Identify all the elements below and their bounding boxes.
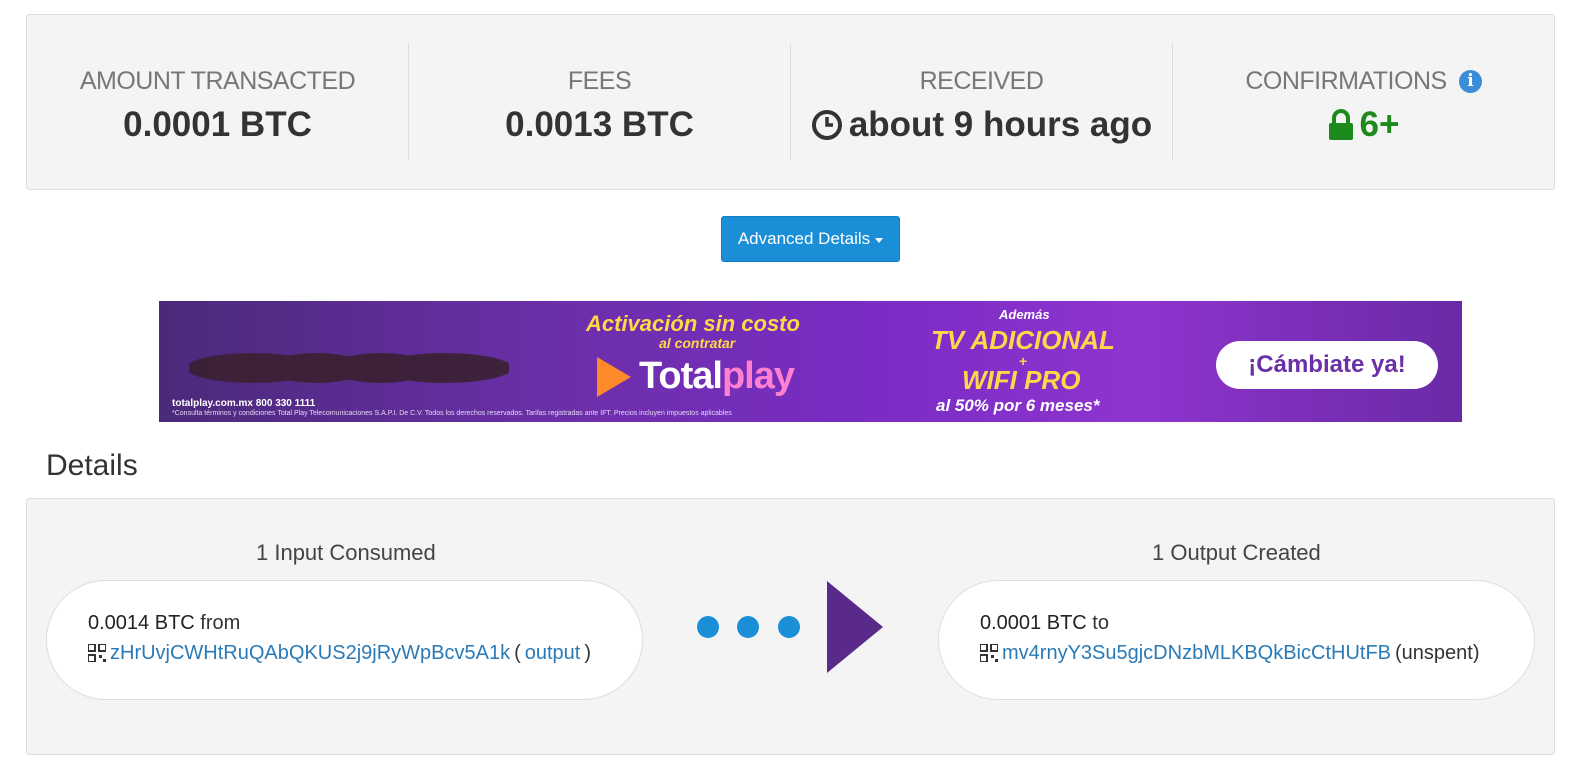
- ad-brand-main: Total: [639, 355, 723, 397]
- input-amount-line: 0.0014 BTC from: [88, 609, 642, 637]
- qr-code-icon[interactable]: [88, 644, 106, 662]
- ad-discount: al 50% por 6 meses*: [936, 396, 1100, 415]
- ad-ademas: Además: [999, 307, 1050, 322]
- confirmations-stat: CONFIRMATIONS i 6+: [1173, 44, 1554, 160]
- amount-transacted-stat: AMOUNT TRANSACTED 0.0001 BTC: [27, 44, 409, 160]
- info-icon[interactable]: i: [1458, 69, 1482, 93]
- ad-people-image: [189, 311, 509, 406]
- input-paren-open: (: [514, 642, 521, 664]
- transaction-summary: AMOUNT TRANSACTED 0.0001 BTC FEES 0.0013…: [26, 14, 1555, 190]
- confirmations-value-wrap: 6+: [1328, 104, 1400, 146]
- confirmations-value: 6+: [1359, 105, 1400, 144]
- output-amount: 0.0001 BTC: [980, 612, 1087, 634]
- caret-down-icon: [875, 237, 884, 243]
- ad-brand-text: Totalplay: [639, 355, 795, 398]
- amount-transacted-label: AMOUNT TRANSACTED: [79, 67, 356, 95]
- output-address-link[interactable]: mv4rnyY3Su5gjcDNzbMLKBQkBicCtHUtFB: [1002, 637, 1391, 669]
- received-label: RECEIVED: [919, 67, 1044, 95]
- ad-banner[interactable]: totalplay.com.mx 800 330 1111 *Consulta …: [159, 301, 1462, 422]
- advanced-details-button[interactable]: Advanced Details: [721, 216, 900, 262]
- flow-dot-1: [697, 616, 719, 638]
- input-address-line: zHrUvjCWHtRuQAbQKUS2j9jRyWpBcv5A1k (outp…: [88, 637, 642, 669]
- inputs-title: 1 Input Consumed: [256, 540, 436, 565]
- ad-tv-text: TV ADICIONAL: [931, 325, 1115, 355]
- fees-stat: FEES 0.0013 BTC: [409, 44, 791, 160]
- fees-value: 0.0013 BTC: [505, 105, 694, 144]
- flow-dot-2: [737, 616, 759, 638]
- ad-brand-logo: Totalplay: [597, 355, 795, 398]
- outputs-title: 1 Output Created: [1152, 540, 1321, 565]
- output-bubble: 0.0001 BTC to mv4rnyY3Su5gjcDNzbMLKBQkBi…: [938, 580, 1535, 700]
- input-amount: 0.0014 BTC: [88, 612, 195, 634]
- ad-headline: Activación sin costo: [586, 311, 800, 336]
- ad-brand-accent: play: [721, 355, 795, 397]
- brand-logo-icon: [597, 356, 631, 397]
- received-stat: RECEIVED about 9 hours ago: [791, 44, 1173, 160]
- ad-url: totalplay.com.mx 800 330 1111: [172, 398, 316, 409]
- ad-cta-button[interactable]: ¡Cámbiate ya!: [1216, 341, 1438, 389]
- flow-dot-3: [778, 616, 800, 638]
- output-status: (unspent): [1395, 642, 1480, 664]
- clock-icon: [811, 110, 842, 140]
- advanced-details-label: Advanced Details: [737, 229, 871, 248]
- input-address-link[interactable]: zHrUvjCWHtRuQAbQKUS2j9jRyWpBcv5A1k: [110, 637, 510, 669]
- ad-fine-print: *Consulta términos y condiciones Total P…: [172, 410, 732, 417]
- received-value-wrap: about 9 hours ago: [811, 104, 1152, 146]
- input-output-link[interactable]: output: [525, 637, 581, 669]
- lock-icon: [1328, 109, 1353, 140]
- input-direction: from: [200, 612, 241, 634]
- input-bubble: 0.0014 BTC from zHrUvjCWHtRuQAbQKUS2j9jR…: [46, 580, 643, 700]
- qr-code-icon[interactable]: [980, 644, 998, 662]
- output-direction: to: [1092, 612, 1109, 634]
- output-amount-line: 0.0001 BTC to: [980, 609, 1534, 637]
- flow-arrow-icon: [827, 581, 883, 673]
- confirmations-label-wrap: CONFIRMATIONS i: [1245, 66, 1482, 96]
- amount-transacted-value: 0.0001 BTC: [123, 105, 312, 144]
- confirmations-label: CONFIRMATIONS: [1245, 67, 1447, 95]
- input-paren-close: ): [584, 642, 592, 664]
- details-heading: Details: [46, 449, 138, 482]
- ad-subheadline: al contratar: [659, 335, 736, 351]
- received-value: about 9 hours ago: [848, 105, 1153, 144]
- output-address-line: mv4rnyY3Su5gjcDNzbMLKBQkBicCtHUtFB (unsp…: [980, 637, 1534, 669]
- ad-wifi-text: WIFI PRO: [962, 365, 1081, 395]
- fees-label: FEES: [567, 67, 632, 95]
